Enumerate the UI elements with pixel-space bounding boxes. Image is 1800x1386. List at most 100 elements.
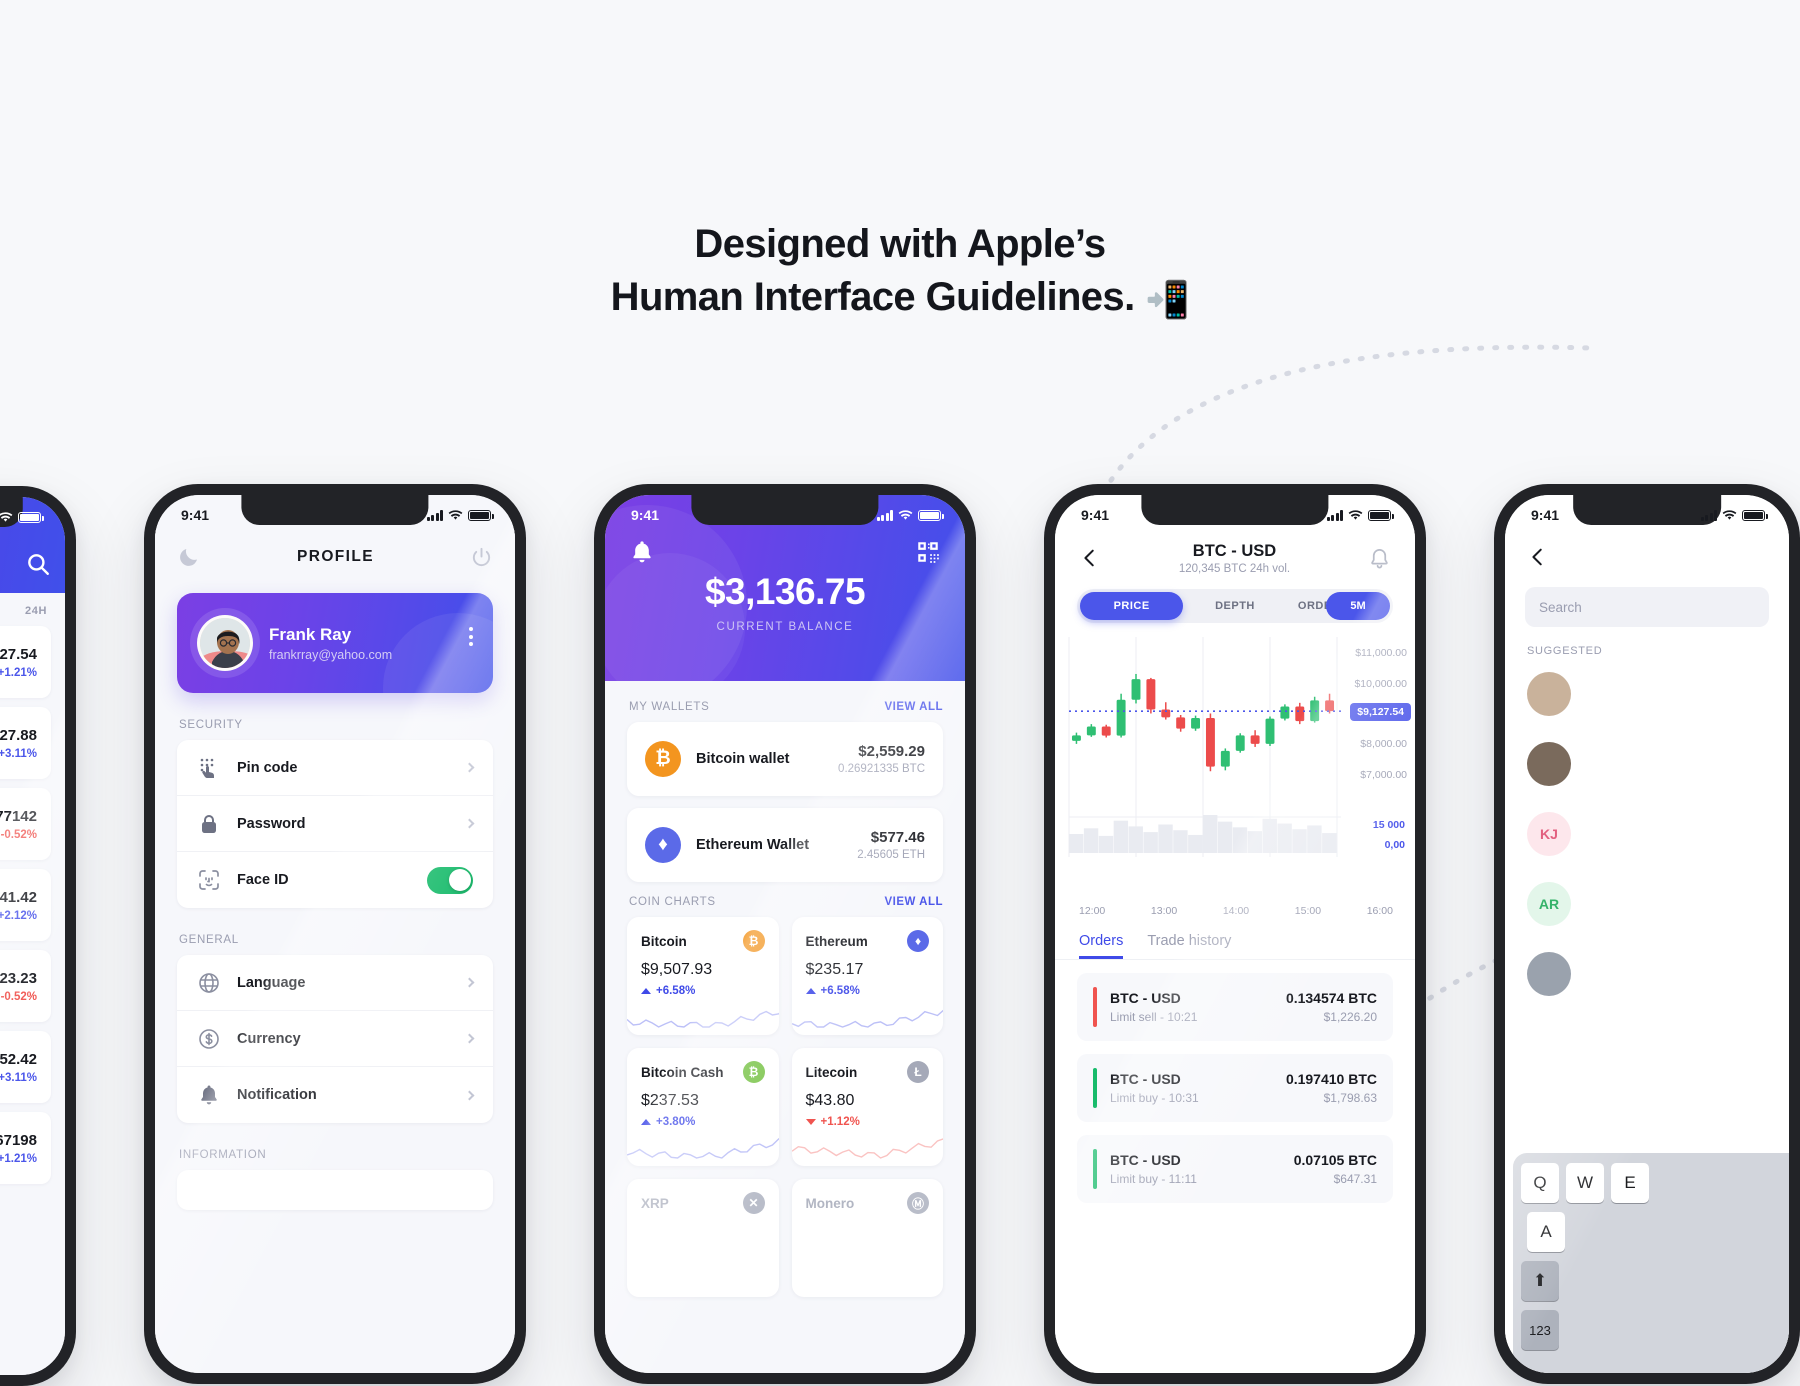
chevron-left-icon[interactable] — [1079, 547, 1101, 569]
coin-chart-card[interactable]: Bitcoin ₿ $9,507.93 +6.58% — [627, 917, 779, 1035]
tab-orders[interactable]: Orders — [1079, 933, 1123, 959]
order-row[interactable]: BTC - USD Limit buy - 11:11 0.07105 BTC $64… — [1077, 1135, 1393, 1203]
key-a[interactable]: A — [1527, 1212, 1565, 1252]
trading-volume: 120,345 BTC 24h vol. — [1178, 562, 1291, 575]
chevron-right-icon — [464, 818, 475, 829]
current-balance-label: CURRENT BALANCE — [716, 621, 854, 633]
general-section-label-wrap: GENERAL — [155, 908, 515, 955]
profile-row-notification[interactable]: Notification — [177, 1067, 493, 1123]
onscreen-keyboard[interactable]: Q W E A ⬆ 123 — [1513, 1153, 1789, 1373]
wallets-view-all-link[interactable]: VIEW ALL — [884, 701, 943, 713]
coin-sparkline — [627, 1010, 779, 1028]
coin-price: $9,507.93 — [641, 961, 713, 978]
order-type: Limit buy - 10:31 — [1110, 1091, 1199, 1105]
trade-screen: 9:41 BTC - USD 120,345 BTC 24h vol. PRIC… — [1055, 495, 1415, 1373]
order-side-indicator — [1093, 1149, 1097, 1189]
order-right: 0.197410 BTC $1,798.63 — [1286, 1071, 1377, 1105]
profile-row-currency[interactable]: Currency — [177, 1011, 493, 1067]
keyboard-row-4: 123 — [1521, 1310, 1789, 1350]
more-vertical-icon[interactable] — [469, 627, 473, 646]
status-bar: 9:41 — [155, 495, 515, 529]
profile-row-language[interactable]: Language — [177, 955, 493, 1011]
watchlist-row[interactable]: 641.42 +2.12% — [0, 869, 51, 941]
coin-sparkline — [791, 1138, 943, 1159]
lock-icon — [197, 812, 221, 836]
watchlist-row[interactable]: 77142 -0.52% — [0, 788, 51, 860]
contact-list-item[interactable]: KJ — [1505, 799, 1789, 869]
user-card[interactable]: Frank Ray frankrray@yahoo.com — [177, 593, 493, 693]
wallet-row[interactable]: ♦ Ethereum Wallet $577.46 2.45605 ETH — [627, 808, 943, 882]
key-w[interactable]: W — [1566, 1163, 1604, 1203]
timeframe-selector[interactable]: 5M — [1326, 592, 1390, 620]
watchlist-row[interactable]: 23.23 -0.52% — [0, 950, 51, 1022]
coin-chart-card[interactable]: Bitcoin Cash ₿ $237.53 +3.80% — [627, 1048, 779, 1166]
watchlist-row[interactable]: 67198 +1.21% — [0, 1112, 51, 1184]
coin-charts-header: COIN CHARTS VIEW ALL — [627, 896, 943, 908]
coin-icon: Ł — [907, 1061, 929, 1083]
contact-list-item[interactable]: AR — [1505, 869, 1789, 939]
wifi-icon — [1348, 509, 1363, 520]
coin-chart-card[interactable]: Monero Ⓜ — [791, 1179, 943, 1297]
watchlist-row[interactable]: 27.54 +1.21% — [0, 626, 51, 698]
chevron-right-icon — [464, 762, 475, 773]
coin-icon: ✕ — [742, 1192, 765, 1214]
watchlist-value: 23.23 — [0, 969, 37, 987]
wallet-row[interactable]: ₿ Bitcoin wallet $2,559.29 0.26921335 BTC — [627, 722, 943, 796]
bell-icon[interactable] — [629, 539, 655, 565]
profile-row-face-id[interactable]: Face ID — [177, 852, 493, 908]
coin-card-head: Monero Ⓜ — [806, 1192, 929, 1214]
profile-row-pin-code[interactable]: Pin code — [177, 740, 493, 796]
qr-code-icon[interactable] — [915, 539, 941, 565]
order-pair: BTC - USD — [1110, 1152, 1181, 1168]
order-type: Limit buy - 11:11 — [1110, 1172, 1197, 1186]
coin-name: Ethereum — [805, 933, 868, 949]
my-wallets-header: MY WALLETS VIEW ALL — [627, 701, 943, 713]
profile-row-password[interactable]: Password — [177, 796, 493, 852]
coin-icon: ♦ — [907, 930, 929, 952]
candlestick-chart[interactable]: $11,000.00 $10,000.00 $8,000.00 $7,000.00 1… — [1055, 633, 1415, 903]
tab-depth[interactable]: DEPTH — [1183, 592, 1286, 620]
key-numbers[interactable]: 123 — [1521, 1310, 1559, 1350]
face-id-toggle[interactable] — [427, 866, 473, 894]
watchlist-body: 24H 27.54 +1.21% 27.88 +3.11% 77142 -0.52% 641… — [0, 593, 65, 1375]
coin-chart-card[interactable]: Ethereum ♦ $235.17 +6.58% — [791, 917, 943, 1035]
key-e[interactable]: E — [1611, 1163, 1649, 1203]
key-q[interactable]: Q — [1521, 1163, 1559, 1203]
coin-chart-card[interactable]: Litecoin Ł $43.80 +1.12% — [791, 1048, 943, 1166]
coin-chart-card[interactable]: XRP ✕ — [627, 1179, 779, 1297]
bell-icon — [197, 1083, 221, 1107]
tab-price[interactable]: PRICE — [1080, 592, 1184, 620]
tab-trade-history[interactable]: Trade history — [1147, 933, 1231, 959]
contact-list-item[interactable] — [1505, 729, 1789, 799]
avatar — [1527, 952, 1571, 996]
watchlist-change: +3.11% — [0, 1071, 37, 1084]
bell-icon[interactable] — [1368, 547, 1391, 570]
watchlist-row[interactable]: 27.88 +3.11% — [0, 707, 51, 779]
order-type: Limit sell - 10:21 — [1110, 1010, 1198, 1024]
key-shift[interactable]: ⬆ — [1521, 1261, 1559, 1301]
coin-price: $235.17 — [805, 961, 864, 978]
search-input[interactable]: Search — [1525, 587, 1769, 627]
contact-list-item[interactable] — [1505, 939, 1789, 1009]
status-time: 9:41 — [631, 507, 660, 523]
coin-card-head: Bitcoin ₿ — [641, 930, 765, 952]
contact-list: KJ AR — [1505, 659, 1789, 1009]
avatar: KJ — [1527, 812, 1571, 856]
search-icon[interactable] — [25, 551, 51, 577]
power-icon[interactable] — [470, 546, 493, 569]
status-indicators — [1326, 509, 1394, 521]
order-row[interactable]: BTC - USD Limit sell - 10:21 0.134574 BTC $… — [1077, 973, 1393, 1041]
status-bar: 9:41 — [1055, 495, 1415, 529]
information-section-label-wrap: INFORMATION — [155, 1123, 515, 1170]
watchlist-row[interactable]: 52.42 +3.11% — [0, 1031, 51, 1103]
coin-sparkline — [627, 1138, 779, 1159]
cellular-icon — [1700, 509, 1717, 521]
order-usd: $1,226.20 — [1323, 1010, 1377, 1024]
charts-view-all-link[interactable]: VIEW ALL — [884, 896, 943, 908]
coin-price: $43.80 — [805, 1092, 855, 1109]
chevron-left-icon[interactable] — [1527, 546, 1549, 568]
wifi-icon — [898, 509, 913, 520]
moon-icon[interactable] — [177, 545, 201, 569]
contact-list-item[interactable] — [1505, 659, 1789, 729]
order-row[interactable]: BTC - USD Limit buy - 10:31 0.197410 BTC $1… — [1077, 1054, 1393, 1122]
